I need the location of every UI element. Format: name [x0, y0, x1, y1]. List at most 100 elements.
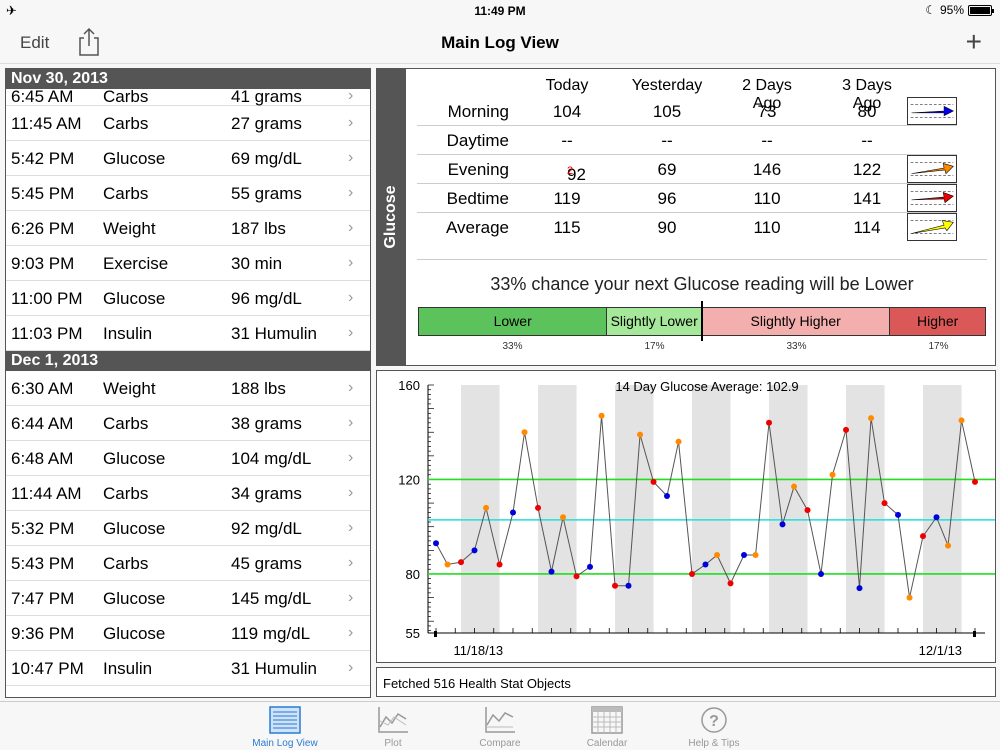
log-row[interactable]: 11:03 PM Insulin 31 Humulin ›	[6, 316, 370, 351]
tab-main-log-view[interactable]: Main Log View	[240, 705, 330, 749]
compare-icon	[485, 707, 515, 733]
cell: 96	[657, 189, 677, 208]
log-time: 10:47 PM	[11, 659, 84, 678]
prob-segment-slightly-lower: Slightly Lower	[607, 308, 702, 335]
log-value: 31 Humulin	[231, 324, 317, 343]
log-value: 41 grams	[231, 87, 302, 106]
glucose-row-bedtime: Bedtime 119 96 110 141	[417, 184, 957, 213]
log-row[interactable]: 6:44 AM Carbs 38 grams ›	[6, 406, 370, 441]
day-band	[769, 385, 808, 633]
cell: --	[761, 131, 773, 150]
log-type: Glucose	[103, 289, 166, 308]
glucose-chart-panel[interactable]: 160 120 80 55 11/18/13 12/1/13 14 Day Glucose …	[376, 370, 996, 663]
data-point	[510, 509, 516, 516]
chevron-right-icon: ›	[348, 519, 354, 536]
glucose-row-daytime: Daytime -- -- -- --	[417, 126, 957, 155]
prob-segment-lower: Lower	[419, 308, 608, 335]
data-point	[521, 429, 528, 436]
prob-percent: 33%	[786, 341, 807, 352]
log-row[interactable]: 5:45 PM Carbs 55 grams ›	[6, 176, 370, 211]
tab-label: Calendar	[586, 738, 628, 749]
trend-arrow-average-icon	[907, 213, 957, 241]
log-list[interactable]: Nov 30, 2013 6:45 AM Carbs 41 grams › 11…	[5, 68, 371, 698]
log-row[interactable]: 6:48 AM Glucose 104 mg/dL ›	[6, 441, 370, 476]
chevron-right-icon: ›	[348, 484, 354, 501]
prob-percent: 17%	[644, 341, 665, 352]
log-type: Carbs	[103, 414, 149, 433]
log-value: 45 grams	[231, 554, 302, 573]
status-right: ☾ 95%	[925, 3, 994, 17]
reading-count-superscript: 2	[567, 165, 574, 177]
probability-labels: 33% 17% 33% 17%	[418, 341, 986, 353]
tab-help-tips[interactable]: ? Help & Tips	[669, 705, 759, 749]
day-band	[461, 385, 500, 633]
cell: --	[561, 131, 573, 150]
data-point	[791, 483, 798, 490]
log-row[interactable]: 5:42 PM Glucose 69 mg/dL ›	[6, 141, 370, 176]
data-point	[727, 580, 734, 587]
data-point	[689, 570, 696, 577]
glucose-tab[interactable]: Glucose	[377, 69, 406, 365]
day-band	[923, 385, 962, 633]
tab-calendar[interactable]: Calendar	[562, 705, 652, 749]
log-row[interactable]: 10:47 PM Insulin 31 Humulin ›	[6, 651, 370, 686]
data-point	[496, 561, 503, 568]
prediction-text: 33% chance your next Glucose reading wil…	[417, 259, 987, 295]
section-header: Dec 1, 2013	[6, 351, 370, 371]
add-button[interactable]: +	[966, 26, 982, 58]
log-row[interactable]: 5:43 PM Carbs 45 grams ›	[6, 546, 370, 581]
trend-arrow-shape	[911, 220, 954, 234]
tab-label: Compare	[479, 738, 521, 749]
moon-icon: ☾	[925, 3, 936, 17]
prob-segment-slightly-higher: Slightly Higher	[702, 308, 891, 335]
glucose-chart[interactable]: 160 120 80 55 11/18/13 12/1/13 14 Day Glucose …	[377, 371, 995, 662]
status-time: 11:49 PM	[474, 4, 526, 18]
log-row[interactable]: 11:45 AM Carbs 27 grams ›	[6, 106, 370, 141]
log-type: Glucose	[103, 589, 166, 608]
log-row[interactable]: 6:26 PM Weight 187 lbs ›	[6, 211, 370, 246]
y-tick-label: 80	[406, 567, 420, 582]
cell: 146	[752, 160, 782, 179]
cell: 73	[757, 102, 777, 121]
log-row[interactable]: 11:00 PM Glucose 96 mg/dL ›	[6, 281, 370, 316]
log-time: 5:45 PM	[11, 184, 75, 203]
log-row[interactable]: 11:44 AM Carbs 34 grams ›	[6, 476, 370, 511]
chevron-right-icon: ›	[348, 87, 354, 104]
tab-plot[interactable]: Plot	[348, 705, 438, 749]
log-row[interactable]: 7:47 PM Glucose 145 mg/dL ›	[6, 581, 370, 616]
tab-compare[interactable]: Compare	[455, 705, 545, 749]
log-time: 11:44 AM	[11, 484, 82, 503]
log-value: 92 mg/dL	[231, 519, 302, 538]
log-time: 5:32 PM	[11, 519, 75, 538]
log-value: 145 mg/dL	[231, 589, 312, 608]
y-tick-label: 55	[406, 626, 420, 641]
log-time: 6:44 AM	[11, 414, 74, 433]
log-type: Carbs	[103, 484, 149, 503]
data-point	[868, 415, 875, 422]
x-end-marker	[973, 631, 976, 637]
log-time: 5:43 PM	[11, 554, 75, 573]
chevron-right-icon: ›	[348, 589, 354, 606]
plot-icon	[378, 707, 408, 733]
log-row[interactable]: 9:36 PM Glucose 119 mg/dL ›	[6, 616, 370, 651]
log-row[interactable]: 5:32 PM Glucose 92 mg/dL ›	[6, 511, 370, 546]
battery-icon	[968, 4, 994, 16]
log-time: 11:45 AM	[11, 114, 82, 133]
log-value: 119 mg/dL	[231, 624, 311, 643]
log-time: 11:00 PM	[11, 289, 83, 308]
log-type: Glucose	[103, 149, 166, 168]
data-point	[779, 521, 786, 528]
trend-arrow-shape	[911, 191, 954, 204]
log-value: 96 mg/dL	[231, 289, 302, 308]
log-row[interactable]: 9:03 PM Exercise 30 min ›	[6, 246, 370, 281]
log-type: Exercise	[103, 254, 169, 273]
data-point	[804, 507, 811, 514]
cell: 114	[853, 218, 881, 237]
log-row[interactable]: 6:45 AM Carbs 41 grams ›	[6, 87, 370, 106]
data-point	[483, 504, 490, 511]
log-type: Carbs	[103, 554, 149, 573]
trend-arrow-morning-icon	[907, 97, 957, 125]
log-type: Glucose	[103, 449, 166, 468]
log-time: 5:42 PM	[11, 149, 75, 168]
log-row[interactable]: 6:30 AM Weight 188 lbs ›	[6, 371, 370, 406]
